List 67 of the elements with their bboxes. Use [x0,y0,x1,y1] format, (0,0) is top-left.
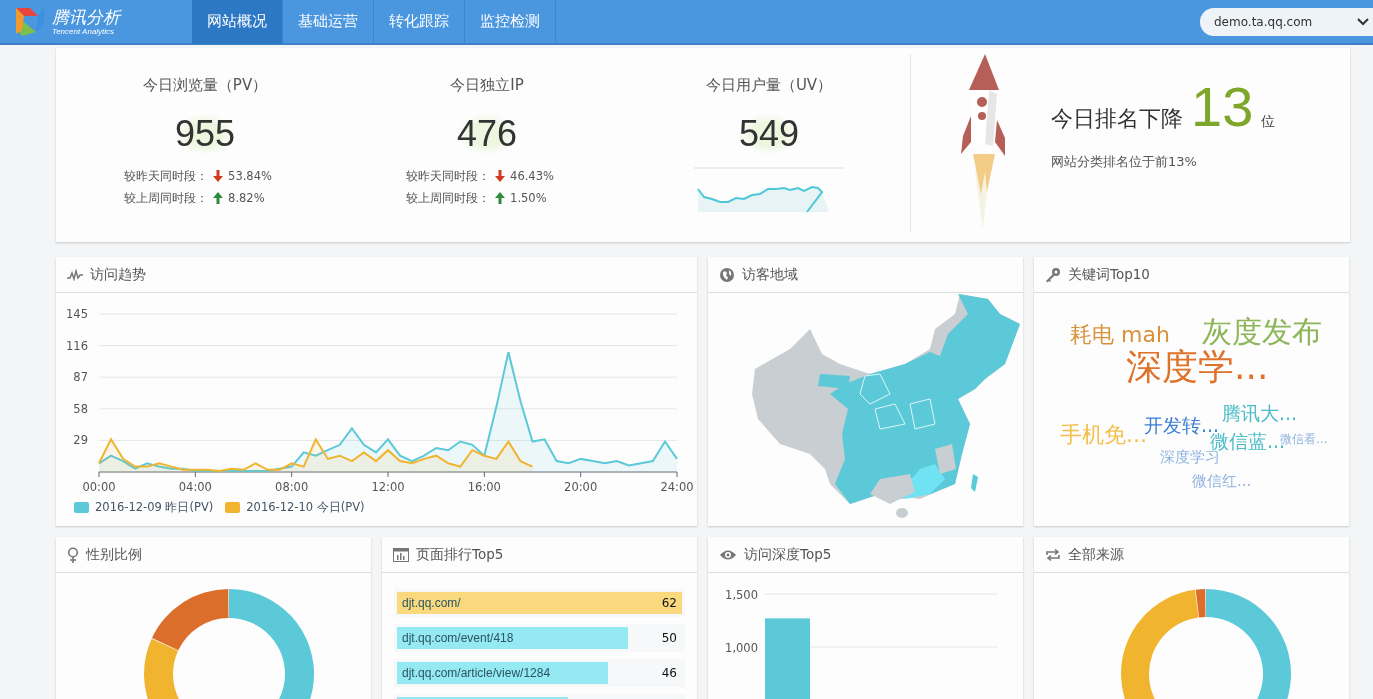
chevron-down-icon [1357,17,1369,26]
metric-title: 今日浏览量（PV） [142,76,268,95]
x-axis-label: 00:00 [82,480,116,494]
key-icon [1045,266,1061,283]
metric-title: 今日用户量（UV） [705,76,833,95]
card-title: 访问趋势 [90,265,146,284]
nav-tab[interactable]: 监控检测 [465,0,556,44]
y-axis-label: 87 [73,370,88,385]
comparison-label: 较上周同时段： [124,190,209,206]
comparison-label: 较昨天同时段： [406,168,491,184]
comparison-value: 8.82% [228,191,265,205]
card-title: 页面排行Top5 [416,545,504,564]
comparison-value: 53.84% [228,169,272,183]
y-axis-label: 1,000 [725,641,758,655]
card-title: 全部来源 [1068,545,1124,564]
card-title: 性别比例 [86,545,142,564]
ranking-value: 13 [1191,74,1254,139]
page-url[interactable]: djt.qq.com/article/view/1284 [397,666,551,680]
keyword[interactable]: 灰度发布 [1202,315,1322,348]
nav-tab[interactable]: 基础运营 [283,0,374,44]
logo-title: 腾讯分析 [52,7,120,27]
card-title: 关键词Top10 [1068,265,1150,284]
legend-label[interactable]: 2016-12-09 昨日(PV) [95,500,214,515]
metric-value: 549 [738,113,800,155]
y-axis-label: 145 [66,307,88,321]
page-url[interactable]: djt.qq.com/ [397,596,461,610]
view-count: 62 [661,596,678,610]
logo-subtitle: Tencent Analytics [52,26,116,36]
eye-icon [719,548,737,561]
ranking-note: 网站分类排名位于前13% [1051,153,1198,171]
view-count: 46 [661,666,678,680]
y-axis-label: 29 [73,433,88,448]
x-axis-label: 20:00 [564,480,598,494]
y-axis-label: 1,500 [725,588,758,602]
keyword[interactable]: 腾讯大... [1222,403,1298,424]
card-title: 访问深度Top5 [744,545,832,564]
y-axis-label: 58 [73,401,88,416]
comparison-value: 46.43% [510,169,554,183]
x-axis-label: 16:00 [467,480,501,494]
keyword[interactable]: 耗电 mah [1070,323,1170,348]
comparison-label: 较昨天同时段： [124,168,209,184]
female-symbol-icon [67,546,79,563]
ranking-label: 今日排名下降 [1051,105,1183,133]
x-axis-label: 12:00 [371,480,405,494]
repeat-icon [1045,547,1061,562]
legend-label[interactable]: 2016-12-10 今日(PV) [246,500,365,515]
metric-value: 955 [174,113,236,155]
nav-tab[interactable]: 网站概况 [192,0,283,44]
y-axis-label: 116 [66,338,88,353]
metric-value: 476 [456,113,518,155]
keyword[interactable]: 微信红... [1192,473,1252,490]
comparison-label: 较上周同时段： [406,190,491,206]
page-url[interactable]: djt.qq.com/event/418 [397,631,514,645]
x-axis-label: 04:00 [178,480,212,494]
x-axis-label: 08:00 [275,480,309,494]
keyword[interactable]: 深度学... [1126,347,1269,387]
metric-title: 今日独立IP [450,76,524,95]
globe-icon [719,266,735,283]
bar-chart-icon [393,547,409,562]
pulse-icon [67,268,83,281]
site-select[interactable]: demo.ta.qq.com [1200,7,1373,36]
ranking-unit: 位 [1261,113,1276,131]
card-title: 访客地域 [742,265,798,284]
comparison-value: 1.50% [510,191,547,205]
nav-tab[interactable]: 转化跟踪 [374,0,465,44]
view-count: 50 [661,631,678,645]
x-axis-label: 24:00 [660,480,694,494]
